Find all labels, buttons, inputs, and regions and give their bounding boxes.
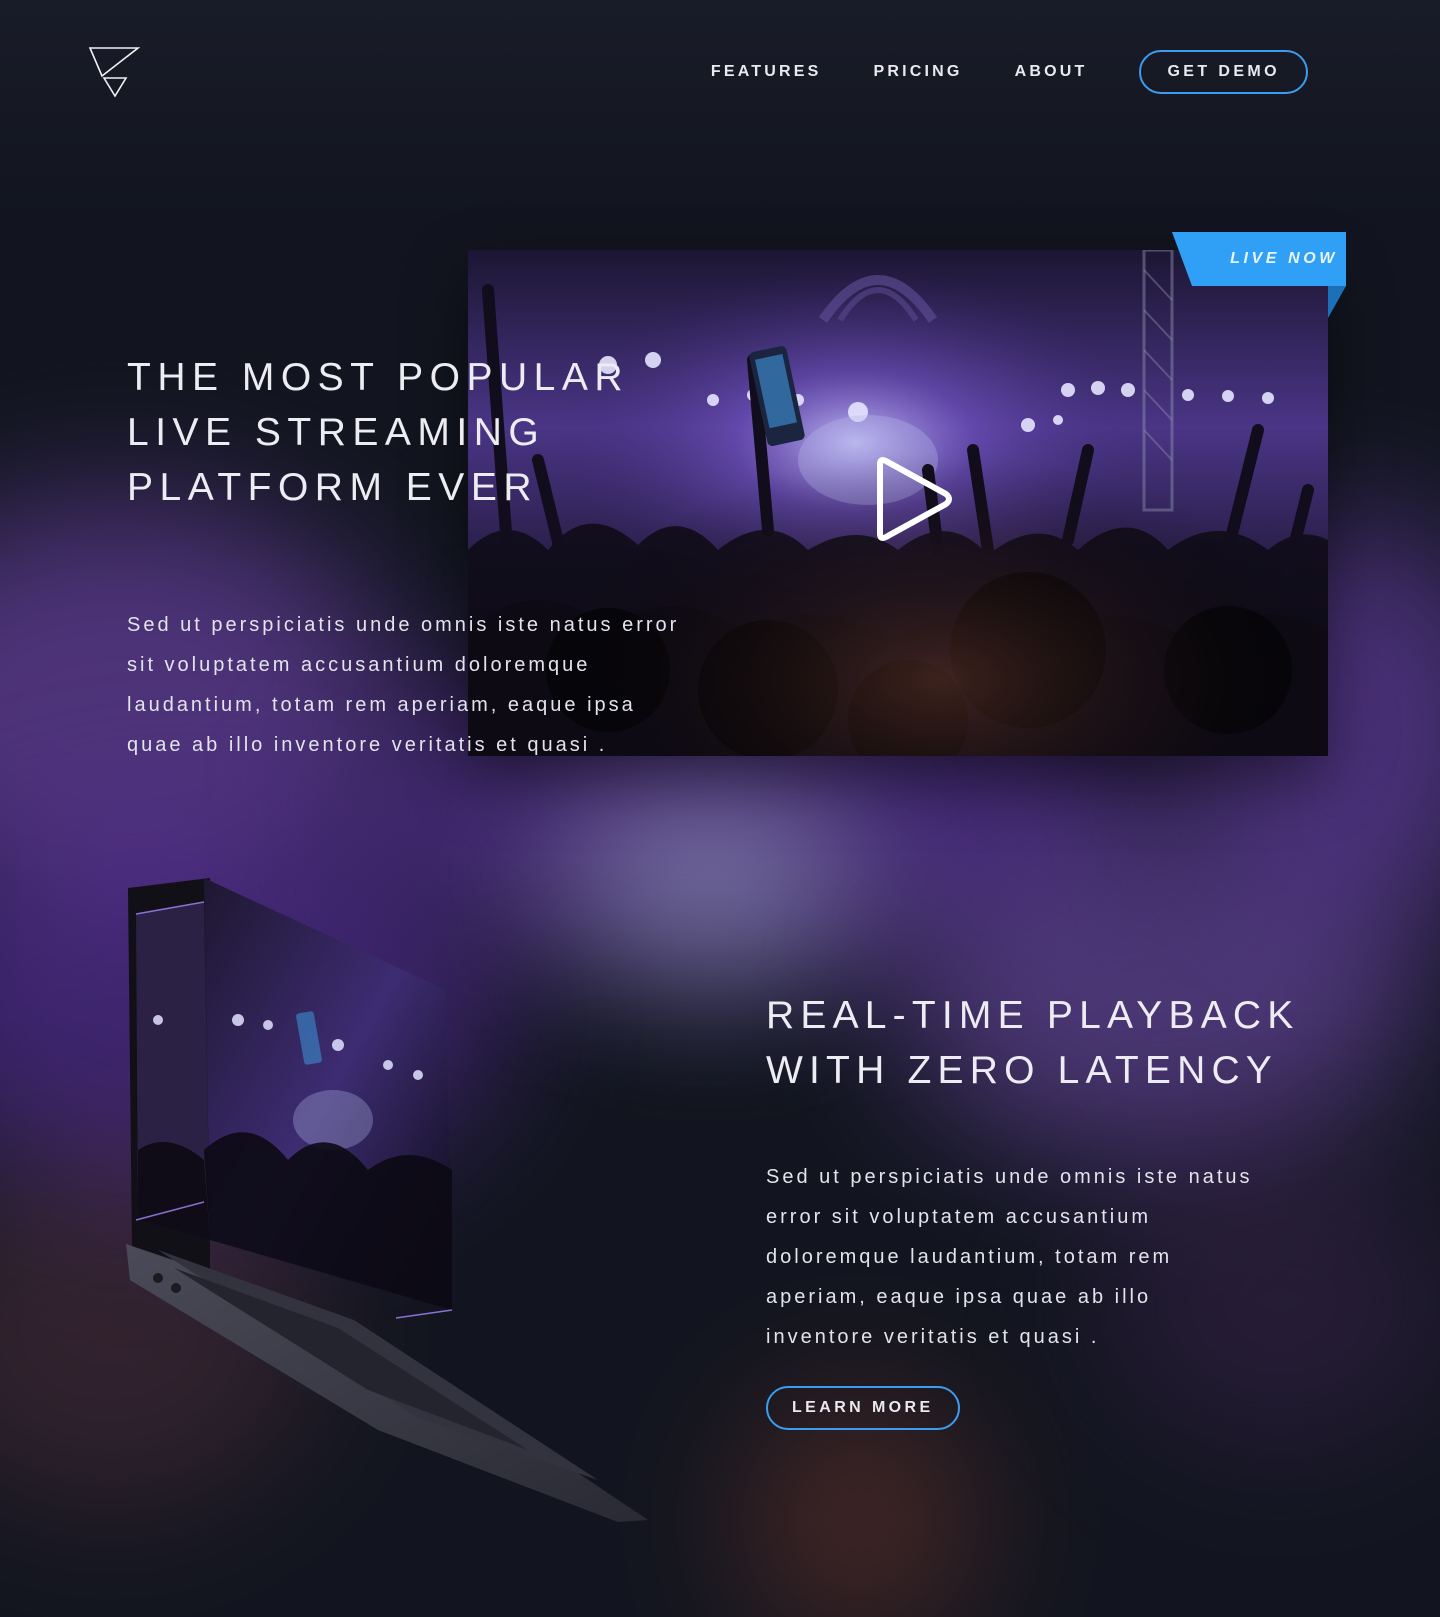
- laptop-mockup: [126, 878, 648, 1522]
- get-demo-button[interactable]: GET DEMO: [1139, 50, 1308, 94]
- nav-link-about[interactable]: ABOUT: [1015, 50, 1088, 94]
- feature-title-line: WITH ZERO LATENCY: [766, 1049, 1279, 1092]
- hero-title: THE MOST POPULAR LIVE STREAMING PLATFORM…: [127, 350, 747, 515]
- feature-title-line: REAL-TIME PLAYBACK: [766, 994, 1300, 1037]
- main-nav: FEATURES PRICING ABOUT GET DEMO: [659, 50, 1308, 94]
- feature-title: REAL-TIME PLAYBACK WITH ZERO LATENCY: [766, 988, 1366, 1098]
- hero-title-line: THE MOST POPULAR: [127, 356, 630, 399]
- hero-title-line: PLATFORM EVER: [127, 466, 538, 509]
- nav-link-features[interactable]: FEATURES: [711, 50, 822, 94]
- nav-link-pricing[interactable]: PRICING: [873, 50, 962, 94]
- play-icon[interactable]: [870, 456, 956, 542]
- hero-description: Sed ut perspiciatis unde omnis iste natu…: [127, 614, 680, 756]
- feature-description: Sed ut perspiciatis unde omnis iste natu…: [766, 1166, 1253, 1348]
- learn-more-button[interactable]: LEARN MORE: [766, 1386, 960, 1430]
- live-now-badge: LIVE NOW: [1230, 250, 1338, 267]
- hero-title-line: LIVE STREAMING: [127, 411, 546, 454]
- triangle-logo-icon[interactable]: [88, 46, 142, 102]
